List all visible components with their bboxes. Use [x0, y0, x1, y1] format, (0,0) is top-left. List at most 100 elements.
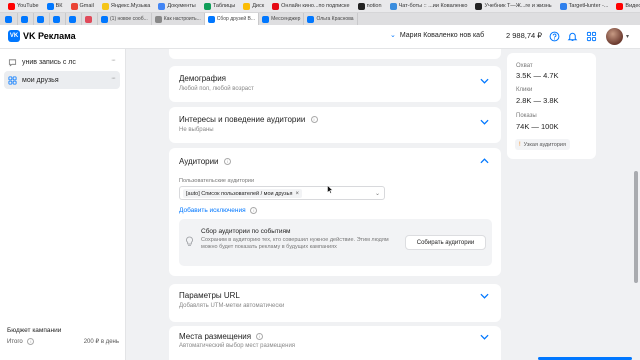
chevron-down-icon: ⌄: [390, 32, 396, 39]
chevron-up-icon[interactable]: [480, 158, 489, 164]
bookmark-item[interactable]: TargetHunter -...: [556, 0, 613, 12]
bookmark-label: Чат-боты :: ...ии Коваленко: [398, 3, 468, 9]
impressions-value: 74K — 100K: [516, 122, 559, 131]
browser-tab[interactable]: [82, 13, 98, 25]
tab-label: Как настроить...: [163, 16, 201, 22]
help-icon[interactable]: [549, 31, 560, 42]
app-header: VK VK Реклама ⌄ Мария Коваленко нов каб …: [0, 25, 640, 49]
bookmark-label: Видео - Студи...: [625, 3, 640, 9]
info-icon[interactable]: i: [223, 158, 231, 166]
more-icon[interactable]: ···: [111, 57, 116, 64]
bookmark-item[interactable]: YouTube: [4, 0, 43, 12]
browser-tab[interactable]: Ольга Краснова: [304, 13, 358, 25]
chevron-down-icon[interactable]: ⌄: [375, 190, 380, 197]
balance[interactable]: 2 988,74 ₽: [506, 31, 542, 40]
bookmark-item[interactable]: Gmail: [67, 0, 98, 12]
budget-value: 200 ₽ в день: [83, 339, 119, 345]
account-name: Мария Коваленко нов каб: [399, 31, 485, 39]
tab-favicon-icon: [53, 15, 60, 23]
vk-ads-logo[interactable]: VK VK Реклама: [8, 30, 76, 42]
sidebar-item-label: мои друзья: [22, 76, 59, 84]
bookmark-favicon-icon: [70, 2, 78, 10]
chevron-down-icon[interactable]: [480, 334, 489, 340]
bookmark-item[interactable]: Диск: [239, 0, 268, 12]
section-subtitle: Не выбраны: [179, 127, 214, 133]
budget-title: Бюджет кампании: [7, 327, 62, 334]
event-title: Сбор аудитории по событиям: [201, 228, 291, 235]
demography-section[interactable]: Демография Любой пол, любой возраст: [169, 66, 501, 102]
browser-tab[interactable]: [66, 13, 82, 25]
placements-section[interactable]: Места размещения i Автоматический выбор …: [169, 326, 501, 360]
browser-tab[interactable]: [2, 13, 18, 25]
section-subtitle: Автоматический выбор мест размещения: [179, 343, 296, 349]
bookmark-item[interactable]: Чат-боты :: ...ии Коваленко: [386, 0, 472, 12]
audience-chip: [auto] Список пользователей / мои друзья…: [183, 189, 302, 198]
add-exclusions-link[interactable]: Добавить исключения i: [179, 207, 258, 214]
tab-favicon-icon: [69, 15, 76, 23]
budget-total-label: Итого i: [7, 338, 35, 345]
bookmark-item[interactable]: Онлайн кино...по подписке: [268, 0, 353, 12]
section-title: Аудитории i: [179, 157, 231, 166]
browser-tab[interactable]: [34, 13, 50, 25]
bookmark-label: notion: [366, 3, 382, 9]
scrollbar-thumb[interactable]: [634, 171, 638, 283]
bell-icon[interactable]: [567, 31, 578, 42]
bookmark-favicon-icon: [101, 2, 109, 10]
audiences-section: Аудитории i Пользовательские аудитории […: [169, 148, 501, 276]
campaign-sidebar: унив запись с лс ··· мои друзья ··· Бюдж…: [0, 49, 126, 360]
bookmark-item[interactable]: Таблицы: [200, 0, 239, 12]
audience-chip-label: [auto] Список пользователей / мои друзья: [186, 190, 293, 197]
bookmark-favicon-icon: [559, 2, 567, 10]
bookmark-favicon-icon: [272, 2, 280, 10]
chevron-down-icon[interactable]: ▾: [626, 33, 629, 40]
custom-audiences-select[interactable]: [auto] Список пользователей / мои друзья…: [179, 186, 385, 200]
bookmark-label: Онлайн кино...по подписке: [281, 3, 350, 9]
info-icon[interactable]: i: [310, 116, 318, 124]
avatar[interactable]: [606, 28, 623, 45]
browser-tab[interactable]: (1) новое сооб...: [98, 13, 152, 25]
tab-favicon-icon: [101, 15, 108, 23]
warning-icon: !: [519, 141, 521, 148]
account-switcher[interactable]: ⌄ Мария Коваленко нов каб: [390, 31, 485, 40]
bookmark-label: Учебник Т—Ж...ге и жизнь: [484, 3, 552, 9]
chat-icon: [8, 58, 17, 66]
bookmark-item[interactable]: Учебник Т—Ж...ге и жизнь: [471, 0, 555, 12]
info-icon[interactable]: i: [250, 207, 258, 214]
chevron-down-icon[interactable]: [480, 78, 489, 84]
browser-tab[interactable]: [50, 13, 66, 25]
bookmark-item[interactable]: ВК: [43, 0, 67, 12]
grid-icon[interactable]: [586, 31, 597, 42]
bookmark-item[interactable]: notion: [354, 0, 386, 12]
tab-favicon-icon: [85, 15, 92, 23]
browser-tab[interactable]: [18, 13, 34, 25]
bookmark-favicon-icon: [203, 2, 211, 10]
tab-favicon-icon: [37, 15, 44, 23]
tab-label: Сбор друзей В...: [216, 16, 256, 22]
close-icon[interactable]: ×: [295, 191, 299, 197]
previous-section-card: [169, 49, 501, 59]
interests-section[interactable]: Интересы и поведение аудитории i Не выбр…: [169, 107, 501, 143]
browser-tabs: (1) новое сооб... Как настроить... Сбор др…: [0, 13, 640, 25]
browser-tab[interactable]: Как настроить...: [152, 13, 205, 25]
tab-favicon-icon: [207, 15, 215, 23]
collect-audiences-button[interactable]: Собирать аудитории: [405, 235, 486, 250]
tab-label: (1) новое сооб...: [110, 16, 148, 22]
section-title: Интересы и поведение аудитории i: [179, 115, 318, 124]
more-icon[interactable]: ···: [111, 75, 116, 82]
bookmark-item[interactable]: Документы: [154, 0, 199, 12]
chevron-down-icon[interactable]: [480, 293, 489, 299]
url-params-section[interactable]: Параметры URL Добавлять UTM-метки автома…: [169, 284, 501, 322]
bookmarks-bar: YouTube ВК Gmail Яндекс.Музыка Документы Табл…: [0, 0, 640, 13]
sidebar-item-campaign[interactable]: унив запись с лс ···: [4, 53, 120, 71]
bookmark-item[interactable]: Яндекс.Музыка: [98, 0, 154, 12]
sidebar-item-adgroup[interactable]: мои друзья ···: [4, 71, 120, 89]
narrow-audience-badge: ! Узкая аудитория: [515, 139, 570, 150]
info-icon[interactable]: i: [256, 333, 264, 341]
bookmark-item[interactable]: Видео - Студи...: [612, 0, 640, 12]
info-icon[interactable]: i: [27, 338, 35, 345]
section-subtitle: Любой пол, любой возраст: [179, 86, 254, 92]
browser-tab[interactable]: Мессенджер: [259, 13, 305, 25]
tab-label: Мессенджер: [271, 16, 301, 22]
chevron-down-icon[interactable]: [480, 119, 489, 125]
browser-tab[interactable]: Сбор друзей В...: [204, 13, 260, 25]
